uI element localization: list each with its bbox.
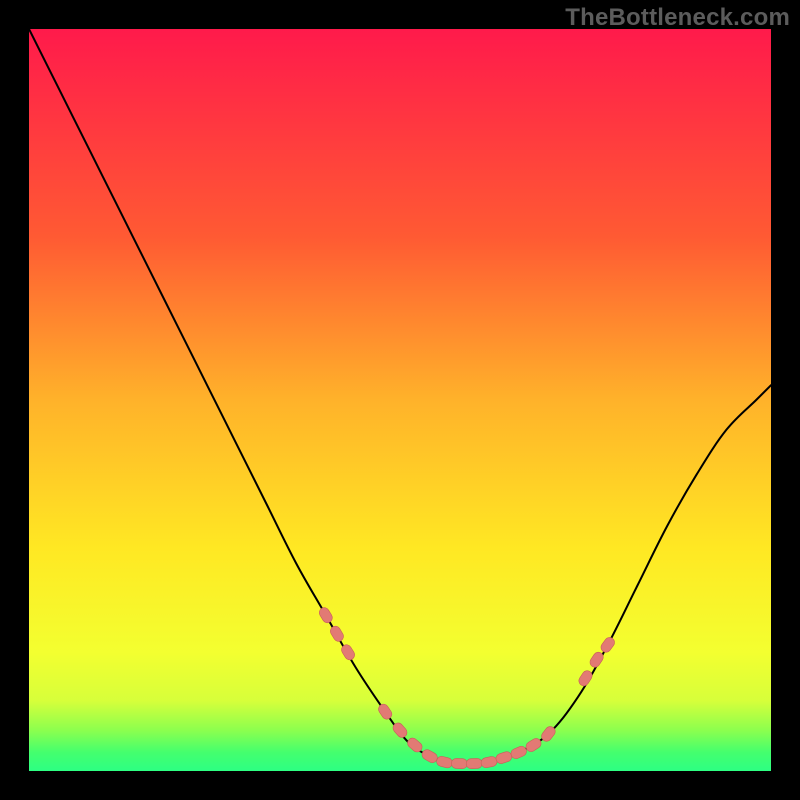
marker-point <box>451 758 467 769</box>
watermark-text: TheBottleneck.com <box>565 4 790 32</box>
chart-frame: TheBottleneck.com <box>0 0 800 800</box>
chart-svg <box>29 29 771 771</box>
gradient-background <box>29 29 771 771</box>
marker-point <box>466 758 482 769</box>
plot-area <box>29 29 771 771</box>
